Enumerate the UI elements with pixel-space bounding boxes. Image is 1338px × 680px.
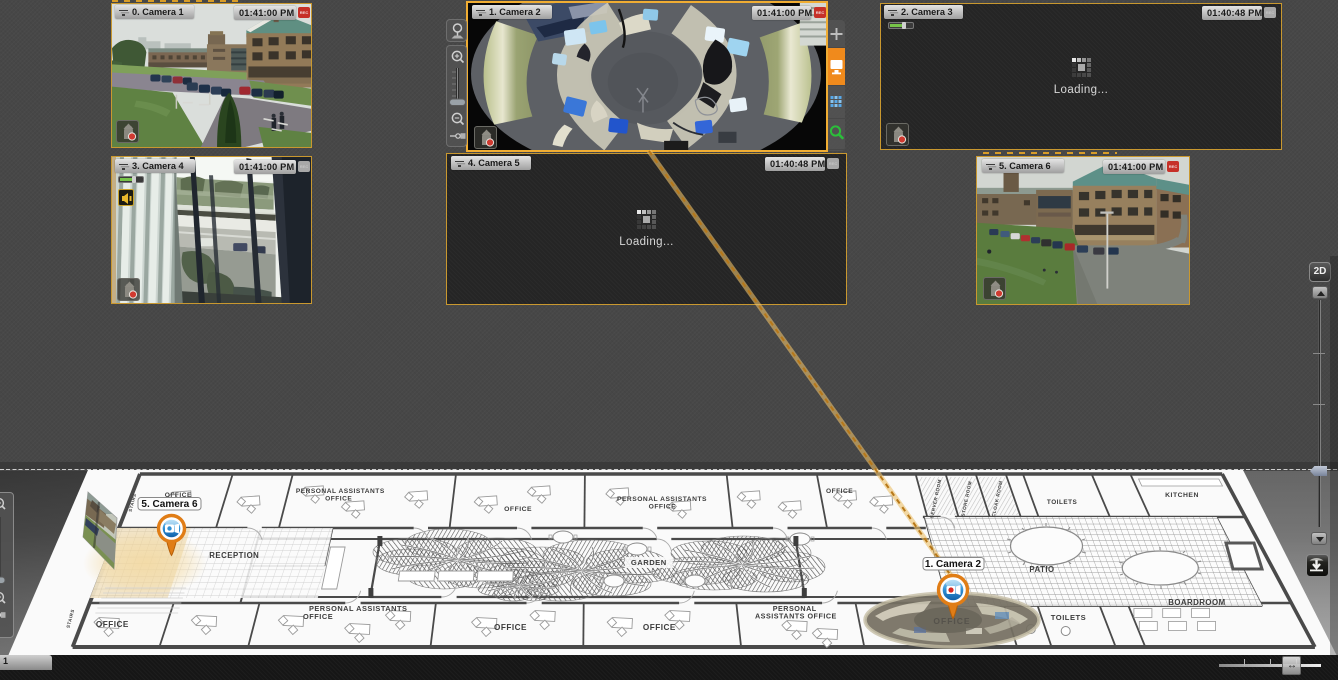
svg-text:OFFICE: OFFICE [643, 623, 676, 632]
svg-text:OFFICE: OFFICE [96, 620, 129, 629]
svg-text:OFFICE: OFFICE [165, 492, 192, 499]
svg-text:OFFICE: OFFICE [826, 488, 853, 495]
svg-text:TOILETS: TOILETS [1047, 499, 1078, 506]
svg-text:OFFICE: OFFICE [325, 496, 352, 503]
svg-text:BOARDROOM: BOARDROOM [1168, 598, 1225, 607]
svg-text:KITCHEN: KITCHEN [1165, 492, 1199, 499]
svg-text:ASSISTANTS OFFICE: ASSISTANTS OFFICE [755, 612, 837, 621]
svg-text:OFFICE: OFFICE [494, 623, 527, 632]
svg-text:OFFICE: OFFICE [504, 506, 532, 513]
svg-text:PATIO: PATIO [1029, 565, 1054, 574]
svg-text:OFFICE: OFFICE [649, 504, 677, 511]
svg-text:OFFICE: OFFICE [933, 616, 970, 626]
svg-text:TOILETS: TOILETS [1051, 613, 1086, 622]
svg-text:PERSONAL ASSISTANTS: PERSONAL ASSISTANTS [296, 488, 385, 495]
svg-text:GARDEN: GARDEN [631, 558, 667, 567]
svg-text:PERSONAL ASSISTANTS: PERSONAL ASSISTANTS [617, 496, 707, 503]
svg-text:OFFICE: OFFICE [303, 612, 333, 621]
svg-text:RECEPTION: RECEPTION [209, 551, 259, 560]
